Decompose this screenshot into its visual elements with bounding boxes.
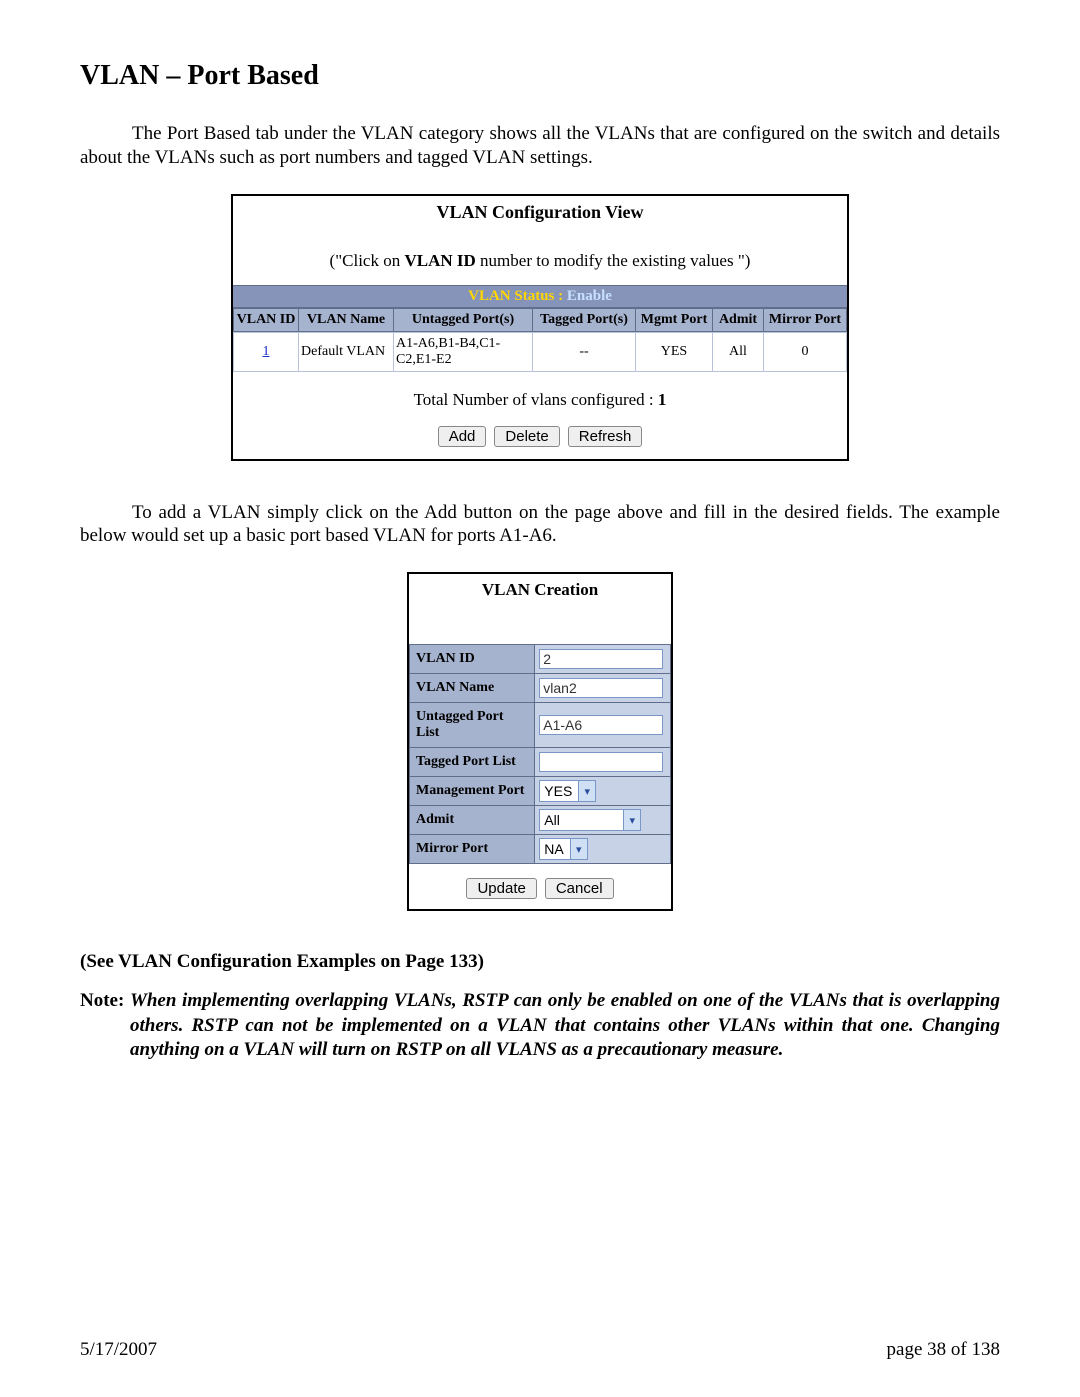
vlan-name-input[interactable]	[539, 678, 663, 698]
row-mirror: 0	[764, 332, 847, 371]
col-vlan-name: VLAN Name	[299, 308, 394, 331]
col-vlan-id: VLAN ID	[234, 308, 299, 331]
col-mirror: Mirror Port	[764, 308, 847, 331]
col-tagged: Tagged Port(s)	[533, 308, 636, 331]
page-title: VLAN – Port Based	[80, 60, 1000, 92]
status-value: Enable	[567, 288, 612, 304]
subtitle-bold: VLAN ID	[404, 251, 475, 270]
vlan-config-view-panel: VLAN Configuration View ("Click on VLAN …	[231, 194, 849, 461]
page-footer: 5/17/2007 page 38 of 138	[80, 1339, 1000, 1361]
note-text: When implementing overlapping VLANs, RST…	[130, 990, 1000, 1060]
admit-select[interactable]: All ▾	[539, 809, 641, 831]
label-mgmt-port: Management Port	[410, 777, 535, 806]
col-admit: Admit	[713, 308, 764, 331]
label-untagged-list: Untagged Port List	[410, 703, 535, 748]
creation-form: VLAN ID VLAN Name Untagged Port List Tag…	[409, 644, 671, 864]
subtitle-post: number to modify the existing values ")	[476, 251, 751, 270]
delete-button[interactable]: Delete	[494, 426, 559, 447]
subtitle-pre: ("Click on	[330, 251, 405, 270]
vlan-id-link[interactable]: 1	[263, 344, 270, 359]
footer-date: 5/17/2007	[80, 1339, 157, 1361]
chevron-down-icon: ▾	[623, 810, 640, 830]
note-block: Note: When implementing overlapping VLAN…	[80, 989, 1000, 1063]
untagged-port-input[interactable]	[539, 715, 663, 735]
mirror-port-value: NA	[540, 841, 569, 857]
row-mgmt: YES	[636, 332, 713, 371]
update-button[interactable]: Update	[466, 878, 536, 899]
admit-value: All	[540, 812, 623, 828]
mid-paragraph: To add a VLAN simply click on the Add bu…	[80, 501, 1000, 549]
mgmt-port-value: YES	[540, 783, 578, 799]
total-count-line: Total Number of vlans configured : 1	[233, 372, 847, 420]
total-prefix: Total Number of vlans configured :	[414, 390, 658, 409]
mgmt-port-select[interactable]: YES ▾	[539, 780, 596, 802]
cancel-button[interactable]: Cancel	[545, 878, 614, 899]
total-value: 1	[658, 390, 667, 409]
mirror-port-select[interactable]: NA ▾	[539, 838, 587, 860]
vlan-id-input[interactable]	[539, 649, 663, 669]
vlan-table-body: 1 Default VLAN A1-A6,B1-B4,C1-C2,E1-E2 -…	[233, 332, 847, 372]
row-tagged: --	[533, 332, 636, 371]
config-button-row: Add Delete Refresh	[233, 420, 847, 459]
label-vlan-name: VLAN Name	[410, 674, 535, 703]
status-label: VLAN Status :	[468, 288, 567, 304]
footer-page-number: page 38 of 138	[887, 1339, 1000, 1361]
label-tagged-list: Tagged Port List	[410, 748, 535, 777]
note-label: Note:	[80, 990, 130, 1011]
intro-paragraph: The Port Based tab under the VLAN catego…	[80, 122, 1000, 170]
chevron-down-icon: ▾	[578, 781, 595, 801]
chevron-down-icon: ▾	[570, 839, 587, 859]
row-vlan-name: Default VLAN	[299, 332, 394, 371]
creation-button-row: Update Cancel	[409, 864, 671, 909]
table-row: 1 Default VLAN A1-A6,B1-B4,C1-C2,E1-E2 -…	[234, 332, 847, 371]
vlan-table-header: VLAN ID VLAN Name Untagged Port(s) Tagge…	[233, 308, 847, 332]
label-mirror-port: Mirror Port	[410, 835, 535, 864]
col-mgmt: Mgmt Port	[636, 308, 713, 331]
label-admit: Admit	[410, 806, 535, 835]
examples-reference: (See VLAN Configuration Examples on Page…	[80, 951, 1000, 973]
vlan-creation-panel: VLAN Creation VLAN ID VLAN Name Untagged…	[407, 572, 673, 911]
panel-title: VLAN Configuration View	[233, 196, 847, 241]
refresh-button[interactable]: Refresh	[568, 426, 643, 447]
row-untagged: A1-A6,B1-B4,C1-C2,E1-E2	[394, 332, 533, 371]
creation-panel-title: VLAN Creation	[409, 574, 671, 644]
row-admit: All	[713, 332, 764, 371]
col-untagged: Untagged Port(s)	[394, 308, 533, 331]
label-vlan-id: VLAN ID	[410, 645, 535, 674]
vlan-status-bar: VLAN Status : Enable	[233, 285, 847, 308]
document-page: VLAN – Port Based The Port Based tab und…	[0, 0, 1080, 1397]
panel-subtitle: ("Click on VLAN ID number to modify the …	[233, 241, 847, 285]
add-button[interactable]: Add	[438, 426, 487, 447]
tagged-port-input[interactable]	[539, 752, 663, 772]
